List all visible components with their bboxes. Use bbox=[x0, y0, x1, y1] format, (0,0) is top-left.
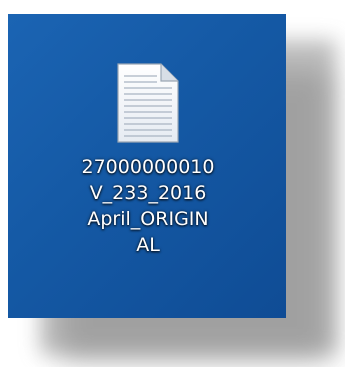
file-name-line: AL bbox=[136, 234, 160, 256]
desktop-background: 27000000010 V_233_2016 April_ORIGIN AL bbox=[8, 14, 286, 318]
file-name-line: V_233_2016 bbox=[89, 182, 207, 204]
file-name-label: 27000000010 V_233_2016 April_ORIGIN AL bbox=[68, 154, 228, 258]
desktop-file-icon[interactable]: 27000000010 V_233_2016 April_ORIGIN AL bbox=[68, 62, 228, 258]
text-document-icon bbox=[117, 63, 179, 143]
file-name-line: 27000000010 bbox=[81, 156, 215, 178]
screenshot-frame: 27000000010 V_233_2016 April_ORIGIN AL bbox=[0, 0, 345, 367]
file-name-line: April_ORIGIN bbox=[87, 208, 209, 230]
